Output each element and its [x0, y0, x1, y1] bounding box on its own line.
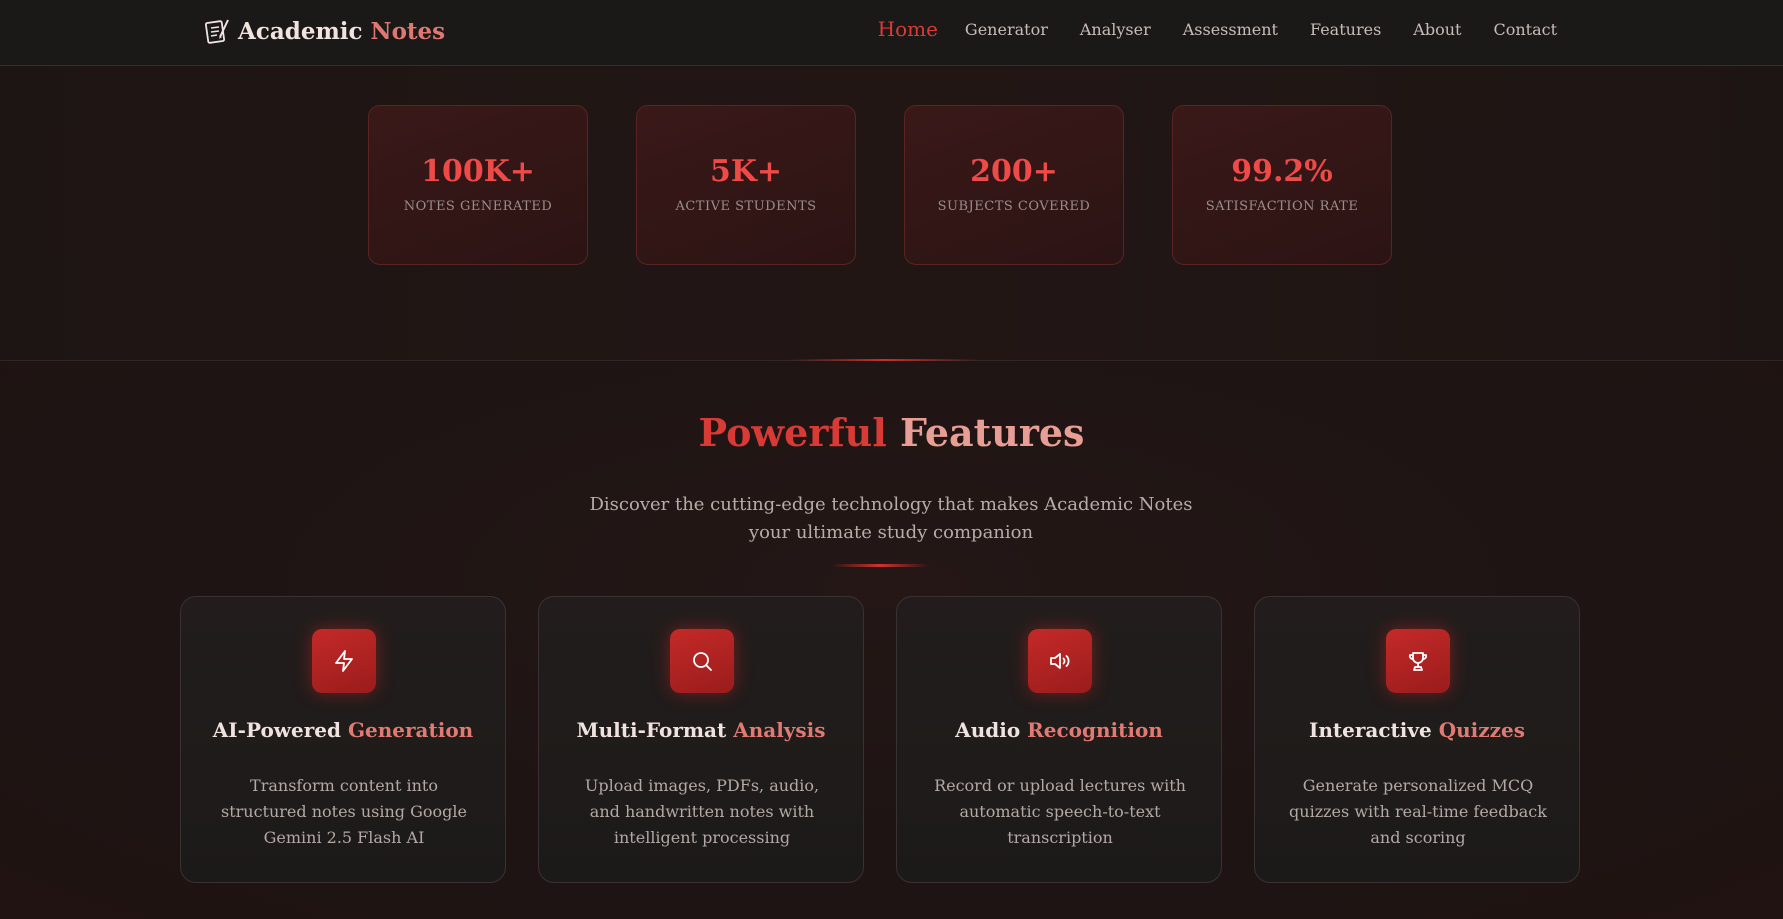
feature-card-quizzes[interactable]: Interactive Quizzes Generate personalize… [1254, 596, 1580, 883]
stat-card-satisfaction: 99.2% SATISFACTION RATE [1172, 105, 1392, 265]
feature-title-part2: Generation [347, 718, 474, 742]
feature-description: Transform content into structured notes … [220, 776, 467, 847]
trophy-icon [1386, 629, 1450, 693]
stat-label: ACTIVE STUDENTS [675, 199, 817, 214]
feature-title: Audio Recognition [897, 718, 1221, 742]
feature-card-audio[interactable]: Audio Recognition Record or upload lectu… [896, 596, 1222, 883]
stat-value: 200+ [970, 154, 1058, 189]
lightning-icon [312, 629, 376, 693]
nav-assessment[interactable]: Assessment [1183, 20, 1278, 41]
nav-generator[interactable]: Generator [965, 20, 1048, 41]
stats-section: 100K+ NOTES GENERATED 5K+ ACTIVE STUDENT… [0, 67, 1783, 361]
notepad-icon [204, 19, 229, 44]
stat-value: 100K+ [421, 154, 535, 189]
features-heading: Powerful Features [0, 410, 1783, 455]
feature-description: Upload images, PDFs, audio, and handwrit… [584, 776, 820, 847]
feature-title-part1: Multi-Format [576, 718, 727, 742]
features-heading-part1: Powerful [698, 410, 887, 455]
stat-card-students: 5K+ ACTIVE STUDENTS [636, 105, 856, 265]
feature-description: Generate personalized MCQ quizzes with r… [1289, 776, 1547, 847]
stat-value: 99.2% [1231, 154, 1333, 189]
feature-card-ai-generation[interactable]: AI-Powered Generation Transform content … [180, 596, 506, 883]
brand-name-first: Academic [238, 17, 363, 45]
stat-card-subjects: 200+ SUBJECTS COVERED [904, 105, 1124, 265]
nav-analyser[interactable]: Analyser [1080, 20, 1151, 41]
brand-name-second: Notes [370, 17, 446, 45]
stat-label: NOTES GENERATED [403, 199, 553, 214]
feature-title-part2: Recognition [1027, 718, 1163, 742]
heading-underline [832, 564, 928, 567]
speaker-icon [1028, 629, 1092, 693]
feature-title-part2: Analysis [733, 718, 826, 742]
feature-title: Interactive Quizzes [1255, 718, 1579, 742]
feature-title: Multi-Format Analysis [539, 718, 863, 742]
feature-title-part1: AI-Powered [212, 718, 341, 742]
nav-features[interactable]: Features [1310, 20, 1381, 41]
stat-label: SUBJECTS COVERED [937, 199, 1091, 214]
navbar: Academic Notes Home Generator Analyser A… [0, 0, 1783, 66]
features-section: Powerful Features Discover the cutting-e… [0, 361, 1783, 919]
stat-card-notes: 100K+ NOTES GENERATED [368, 105, 588, 265]
features-subtitle: Discover the cutting-edge technology tha… [589, 494, 1193, 543]
stat-value: 5K+ [709, 154, 783, 189]
search-icon [670, 629, 734, 693]
feature-title: AI-Powered Generation [181, 718, 505, 742]
nav-contact[interactable]: Contact [1493, 20, 1557, 41]
features-heading-part2: Features [899, 410, 1085, 455]
stat-label: SATISFACTION RATE [1205, 199, 1359, 214]
main-nav: Home Generator Analyser Assessment Featu… [878, 17, 1557, 41]
nav-about[interactable]: About [1413, 20, 1461, 41]
feature-title-part2: Quizzes [1438, 718, 1525, 742]
nav-home[interactable]: Home [878, 17, 938, 41]
feature-card-multi-format[interactable]: Multi-Format Analysis Upload images, PDF… [538, 596, 864, 883]
feature-description: Record or upload lectures with automatic… [934, 776, 1186, 847]
brand-logo[interactable]: Academic Notes [204, 17, 445, 45]
feature-title-part1: Audio [955, 718, 1021, 742]
feature-title-part1: Interactive [1309, 718, 1432, 742]
